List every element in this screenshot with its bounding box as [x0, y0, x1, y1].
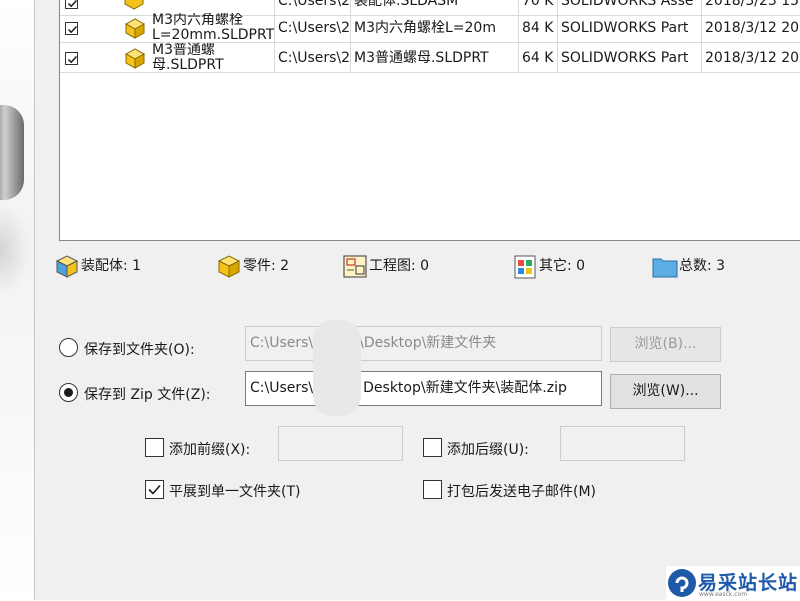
pack-and-go-dialog: C:\Users\2 装配体.SLDASM 70 K SOLIDWORKS As…: [34, 0, 800, 600]
summary-total: 总数: 3: [651, 252, 761, 282]
folder-path-field[interactable]: C:\Users\ \Desktop\新建文件夹: [245, 326, 602, 361]
table-row[interactable]: M3普通螺母.SLDPRT C:\Users\2 M3普通螺母.SLDPRT 6…: [60, 43, 800, 73]
browse-zip-button[interactable]: 浏览(W)...: [610, 374, 721, 409]
save-to-zip-radio[interactable]: [59, 383, 78, 402]
file-table: C:\Users\2 装配体.SLDASM 70 K SOLIDWORKS As…: [59, 0, 800, 241]
part-icon: [124, 18, 146, 39]
file-size: 84 K: [519, 13, 558, 43]
summary-label: 零件: 2: [243, 258, 290, 274]
background-model-area: [0, 0, 34, 600]
email-after-label: 打包后发送电子邮件(M): [447, 484, 597, 500]
add-prefix-label: 添加前缀(X):: [169, 442, 251, 458]
folder-icon: [652, 258, 678, 278]
radio-selected-dot: [64, 388, 73, 397]
summary-drawings: 工程图: 0: [341, 252, 461, 282]
add-prefix-checkbox[interactable]: [145, 438, 164, 457]
summary-label: 总数: 3: [679, 258, 726, 274]
file-type: SOLIDWORKS Part: [558, 13, 702, 43]
watermark-url: www.easck.com: [699, 591, 748, 598]
table-row[interactable]: M3内六角螺栓 L=20mm.SLDPRT C:\Users\2 M3内六角螺栓…: [60, 13, 800, 43]
file-name: M3内六角螺栓 L=20mm.SLDPRT: [152, 13, 275, 43]
summary-assemblies: 装配体: 1: [53, 252, 173, 282]
save-to-folder-radio[interactable]: [59, 338, 78, 357]
file-path: C:\Users\2: [275, 13, 351, 43]
file-filename: M3内六角螺栓L=20m: [351, 13, 519, 43]
save-to-zip-label: 保存到 Zip 文件(Z):: [84, 387, 211, 403]
checkmark-icon: [148, 484, 161, 495]
prefix-input[interactable]: [278, 426, 403, 461]
model-shadow: [0, 205, 30, 295]
row-checkbox[interactable]: [65, 22, 78, 35]
zip-path-field[interactable]: C:\Users\ Desktop\新建文件夹\装配体.zip: [245, 371, 602, 406]
add-suffix-checkbox[interactable]: [423, 438, 442, 457]
file-filename: M3普通螺母.SLDPRT: [351, 43, 519, 73]
flatten-checkbox[interactable]: [145, 480, 164, 499]
part-icon: [124, 48, 146, 69]
watermark-logo-icon: [668, 569, 696, 597]
row-checkbox[interactable]: [65, 0, 78, 9]
assembly-icon: [124, 0, 144, 10]
browse-folder-button[interactable]: 浏览(B)...: [610, 327, 721, 362]
file-name: M3普通螺母.SLDPRT: [152, 43, 224, 73]
summary-parts: 零件: 2: [215, 252, 315, 282]
site-watermark: 易采站长站 www.easck.com: [666, 566, 800, 600]
summary-others: 其它: 0: [511, 252, 611, 282]
file-type: SOLIDWORKS Part: [558, 43, 702, 73]
flatten-label: 平展到单一文件夹(T): [169, 484, 301, 500]
add-suffix-label: 添加后缀(U):: [447, 442, 529, 458]
summary-label: 其它: 0: [539, 258, 586, 274]
redaction-blur: [313, 320, 361, 416]
row-checkbox[interactable]: [65, 52, 78, 65]
summary-label: 工程图: 0: [369, 258, 430, 274]
file-date: 2018/3/12 20: [705, 20, 800, 36]
file-date: 2018/3/12 20: [705, 50, 800, 66]
part-icon: [217, 255, 241, 278]
other-files-icon: [514, 255, 536, 279]
suffix-input[interactable]: [560, 426, 685, 461]
assembly-icon: [55, 255, 79, 278]
model-cylinder: [0, 105, 24, 200]
save-to-folder-label: 保存到文件夹(O):: [84, 342, 195, 358]
file-size: 64 K: [519, 43, 558, 73]
file-path: C:\Users\2: [275, 43, 351, 73]
summary-label: 装配体: 1: [81, 258, 142, 274]
email-after-checkbox[interactable]: [423, 480, 442, 499]
drawing-icon: [343, 255, 367, 278]
